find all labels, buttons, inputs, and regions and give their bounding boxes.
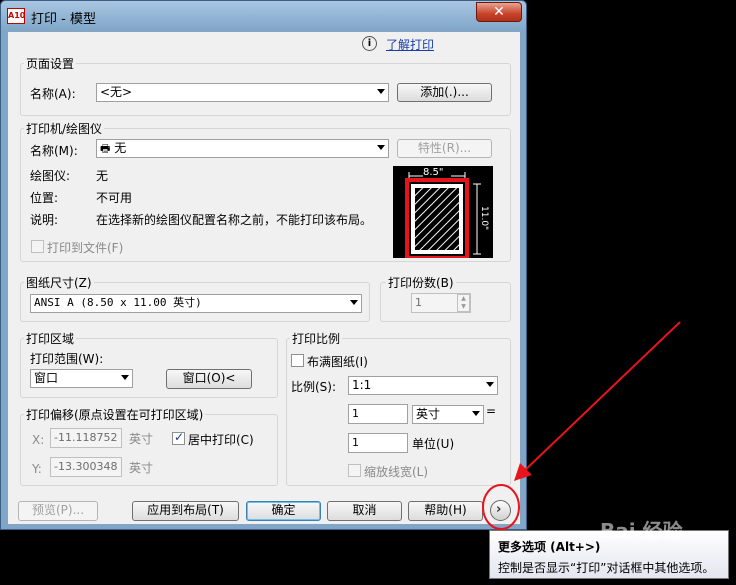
description-label: 说明: — [30, 213, 59, 227]
preview-height-label: 11.0" — [479, 206, 489, 231]
add-page-setup-button[interactable]: 添加(.)... — [397, 83, 492, 102]
chevron-down-icon — [486, 382, 494, 387]
autocad-app-icon: A10 — [7, 8, 25, 24]
page-setup-title: 页面设置 — [24, 55, 77, 72]
title-bar[interactable]: A10 打印 - 模型 ✕ — [1, 1, 526, 31]
plot-offset-title: 打印偏移(原点设置在可打印区域) — [24, 406, 206, 423]
scale-units-label: 单位(U) — [412, 437, 455, 451]
fit-to-paper-label[interactable]: 布满图纸(I) — [307, 353, 368, 370]
learn-print-link[interactable]: 了解打印 — [386, 36, 434, 53]
paper-preview: 8.5" 11.0" — [393, 166, 493, 260]
center-plot-checkbox[interactable] — [172, 430, 185, 445]
printer-name-combo[interactable]: 🖶 无 — [96, 139, 389, 158]
dialog-client-area: i 了解打印 页面设置 名称(A): <无> 添加(.)... 打印机/绘图仪 … — [7, 31, 521, 525]
window-pick-button[interactable]: 窗口(O)< — [166, 369, 252, 389]
help-button[interactable]: 帮助(H) — [408, 501, 483, 521]
paper-size-title: 图纸尺寸(Z) — [24, 274, 94, 291]
tooltip-title: 更多选项 (Alt+>) — [498, 540, 601, 554]
plot-range-combo[interactable]: 窗口 — [30, 369, 133, 388]
plot-scale-title: 打印比例 — [290, 330, 343, 347]
plot-range-value: 窗口 — [34, 371, 59, 385]
baidu-watermark: Bai 经验 — [600, 519, 683, 543]
preview-width-label: 8.5" — [423, 167, 444, 178]
offset-x-input[interactable]: -11.118752 — [50, 428, 122, 448]
printer-name-value: 无 — [114, 141, 127, 155]
printer-icon: 🖶 — [100, 142, 111, 155]
print-to-file-label[interactable]: 打印到文件(F) — [47, 239, 123, 256]
location-value: 不可用 — [96, 191, 133, 205]
plot-area-title: 打印区域 — [24, 330, 77, 347]
offset-y-unit: 英寸 — [129, 461, 154, 475]
chevron-down-icon — [377, 89, 385, 94]
center-plot-label[interactable]: 居中打印(C) — [188, 431, 254, 448]
copies-title: 打印份数(B) — [386, 274, 456, 291]
stepper-down-icon: ▼ — [461, 303, 466, 310]
chevron-down-icon — [472, 411, 480, 416]
page-setup-name-combo[interactable]: <无> — [96, 83, 389, 102]
offset-x-label: X: — [32, 433, 45, 447]
plotter-label: 绘图仪: — [30, 169, 71, 183]
chevron-down-icon — [377, 145, 385, 150]
plotter-value: 无 — [96, 169, 109, 183]
scale-lineweights-checkbox[interactable] — [348, 464, 361, 477]
scale-unit-combo[interactable]: 英寸 — [412, 405, 484, 424]
plot-range-label: 打印范围(W): — [30, 352, 104, 366]
ok-button[interactable]: 确定 — [246, 501, 321, 521]
cancel-button[interactable]: 取消 — [327, 501, 402, 521]
chevron-down-icon — [350, 300, 358, 305]
offset-y-label: Y: — [32, 462, 42, 476]
description-value: 在选择新的绘图仪配置名称之前，不能打印该布局。 — [96, 213, 373, 227]
scale-value: 1:1 — [352, 378, 372, 392]
chevron-right-icon: › — [496, 502, 502, 517]
offset-x-unit: 英寸 — [129, 432, 154, 446]
copies-stepper[interactable]: ▲ ▼ — [457, 294, 470, 312]
tooltip-body: 控制是否显示“打印”对话框中其他选项。 — [498, 561, 715, 575]
paper-size-value: ANSI A (8.50 x 11.00 英寸) — [34, 296, 202, 309]
preview-button[interactable]: 预览(P)... — [18, 501, 98, 521]
window-title: 打印 - 模型 — [31, 12, 96, 27]
location-label: 位置: — [30, 191, 59, 205]
stepper-up-icon: ▲ — [461, 295, 466, 302]
scale-combo[interactable]: 1:1 — [348, 376, 498, 395]
print-dialog: A10 打印 - 模型 ✕ i 了解打印 页面设置 名称(A): <无> 添加(… — [0, 0, 527, 530]
offset-y-input[interactable]: -13.300348 — [50, 457, 122, 477]
plot-area-group — [20, 338, 278, 398]
info-icon: i — [362, 36, 377, 51]
page-setup-name-label: 名称(A): — [30, 87, 76, 101]
paper-size-combo[interactable]: ANSI A (8.50 x 11.00 英寸) — [30, 294, 362, 313]
apply-to-layout-button[interactable]: 应用到布局(T) — [132, 501, 239, 521]
printer-title: 打印机/绘图仪 — [24, 120, 105, 137]
scale-lineweights-label[interactable]: 缩放线宽(L) — [364, 463, 428, 480]
close-button[interactable]: ✕ — [476, 2, 522, 22]
scale-unit-value: 英寸 — [416, 407, 441, 421]
page-setup-name-value: <无> — [100, 85, 133, 99]
print-to-file-checkbox[interactable] — [31, 240, 44, 253]
annotation-arrow-line — [521, 321, 681, 474]
printer-properties-button[interactable]: 特性(R)... — [397, 139, 492, 158]
scale-units-input[interactable]: 1 — [348, 433, 408, 453]
scale-label: 比例(S): — [291, 380, 337, 394]
fit-to-paper-checkbox[interactable] — [291, 354, 304, 367]
scale-inches-input[interactable]: 1 — [348, 404, 408, 424]
more-options-button[interactable]: › — [490, 500, 511, 521]
chevron-down-icon — [121, 375, 129, 380]
equals-sign: = — [486, 404, 497, 418]
printer-name-label: 名称(M): — [30, 144, 78, 158]
paper-preview-drawing — [405, 168, 481, 260]
